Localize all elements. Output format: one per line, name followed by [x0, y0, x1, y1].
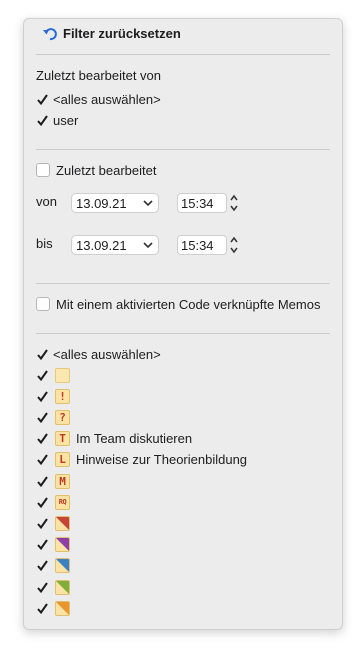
from-date-value: 13.09.21: [76, 195, 127, 211]
reset-filter-button[interactable]: Filter zurücksetzen: [42, 26, 181, 41]
to-label: bis: [36, 236, 53, 251]
edited-by-heading: Zuletzt bearbeitet von: [36, 68, 162, 83]
memo-type-row[interactable]: !: [36, 387, 76, 405]
from-time-stepper[interactable]: [228, 192, 240, 214]
memo-type-row[interactable]: L Hinweise zur Theorienbildung: [36, 451, 247, 469]
divider: [36, 283, 330, 284]
checkbox-checked[interactable]: [36, 475, 49, 488]
from-date-picker[interactable]: 13.09.21: [71, 193, 159, 213]
memo-type-row[interactable]: [36, 599, 76, 617]
memo-type-row[interactable]: [36, 536, 76, 554]
undo-icon: [43, 27, 57, 40]
checkbox-checked[interactable]: [36, 496, 49, 509]
memo-type-row[interactable]: M: [36, 472, 76, 490]
blue-corner-memo-icon: [55, 558, 70, 574]
last-edited-label: Zuletzt bearbeitet: [56, 162, 157, 178]
checkbox-checked[interactable]: [36, 602, 49, 615]
from-time-field[interactable]: 15:34: [177, 193, 227, 213]
memo-types-select-all[interactable]: <alles auswählen>: [36, 345, 161, 363]
checkbox-unchecked[interactable]: [36, 297, 50, 311]
checkbox-checked[interactable]: [36, 517, 49, 530]
memo-type-row[interactable]: [36, 366, 76, 384]
from-label: von: [36, 194, 57, 209]
active-code-memos-label: Mit einem aktivierten Code verknüpfte Me…: [56, 296, 321, 312]
filter-panel: Filter zurücksetzen Zuletzt bearbeitet v…: [23, 18, 343, 630]
green-corner-memo-icon: [55, 579, 70, 595]
checkbox-unchecked[interactable]: [36, 163, 50, 177]
m-memo-icon: M: [55, 473, 70, 489]
checkbox-checked[interactable]: [36, 581, 49, 594]
to-date-picker[interactable]: 13.09.21: [71, 235, 159, 255]
blank-memo-icon: [55, 367, 70, 383]
red-corner-memo-icon: [55, 515, 70, 531]
memo-type-label: Im Team diskutieren: [76, 431, 193, 447]
to-time-stepper[interactable]: [228, 234, 240, 256]
orange-corner-memo-icon: [55, 600, 70, 616]
checkbox-checked[interactable]: [36, 538, 49, 551]
reset-filter-label: Filter zurücksetzen: [63, 26, 181, 41]
rq-memo-icon: RQ: [55, 494, 70, 510]
to-date-value: 13.09.21: [76, 237, 127, 253]
checkbox-checked[interactable]: [36, 114, 49, 127]
checkbox-checked[interactable]: [36, 348, 49, 361]
l-memo-icon: L: [55, 452, 70, 468]
edited-by-user-label: user: [53, 112, 79, 128]
to-time-field[interactable]: 15:34: [177, 235, 227, 255]
memo-types-select-all-label: <alles auswählen>: [53, 346, 161, 362]
memo-type-row[interactable]: ?: [36, 408, 76, 426]
edited-by-select-all-label: <alles auswählen>: [53, 91, 161, 107]
checkbox-checked[interactable]: [36, 432, 49, 445]
purple-corner-memo-icon: [55, 537, 70, 553]
edited-by-select-all[interactable]: <alles auswählen>: [36, 90, 161, 108]
checkbox-checked[interactable]: [36, 369, 49, 382]
from-time-value: 15:34: [181, 195, 214, 211]
last-edited-toggle[interactable]: Zuletzt bearbeitet: [36, 161, 156, 179]
checkbox-checked[interactable]: [36, 390, 49, 403]
memo-type-row[interactable]: [36, 514, 76, 532]
checkbox-checked[interactable]: [36, 411, 49, 424]
memo-type-label: Hinweise zur Theorienbildung: [76, 452, 248, 468]
divider: [36, 54, 330, 55]
memo-type-row[interactable]: [36, 578, 76, 596]
exclamation-memo-icon: !: [55, 388, 70, 404]
checkbox-checked[interactable]: [36, 559, 49, 572]
memo-type-row[interactable]: [36, 557, 76, 575]
chevron-down-icon: [143, 200, 153, 207]
to-time-value: 15:34: [181, 237, 214, 253]
divider: [36, 333, 330, 334]
memo-type-row[interactable]: T Im Team diskutieren: [36, 430, 192, 448]
memo-type-row[interactable]: RQ: [36, 493, 76, 511]
divider: [36, 149, 330, 150]
t-memo-icon: T: [55, 431, 70, 447]
active-code-memos-toggle[interactable]: Mit einem aktivierten Code verknüpfte Me…: [36, 295, 320, 313]
edited-by-user[interactable]: user: [36, 111, 78, 129]
question-memo-icon: ?: [55, 409, 70, 425]
checkbox-checked[interactable]: [36, 93, 49, 106]
checkbox-checked[interactable]: [36, 453, 49, 466]
chevron-down-icon: [143, 242, 153, 249]
